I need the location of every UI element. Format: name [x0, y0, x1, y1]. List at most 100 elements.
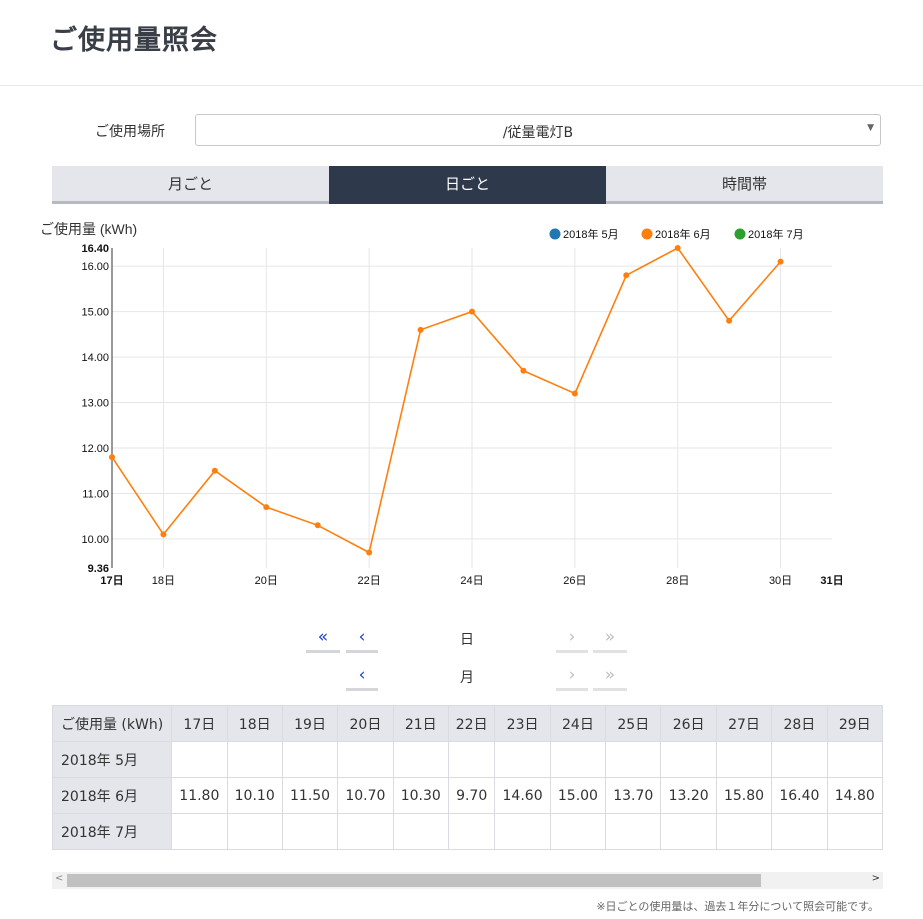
table-cell	[447, 741, 496, 778]
table-cell: 10.30	[392, 777, 449, 814]
month-next-button[interactable]: ›	[556, 664, 588, 691]
scrollbar-thumb[interactable]	[67, 874, 761, 887]
table-cell	[826, 813, 883, 850]
table-cell: 13.20	[660, 777, 717, 814]
location-select[interactable]: /従量電灯B ▼	[195, 114, 881, 146]
tab-monthly[interactable]: 月ごと	[52, 166, 329, 204]
table-column-header: 27日	[715, 705, 773, 742]
page-header: ご使用量照会	[0, 0, 923, 86]
usage-table: ご使用量 (kWh) 17日 18日 19日 20日 21日 22日 23日 24日 25日 26…	[52, 705, 883, 850]
table-cell	[549, 813, 607, 850]
day-pager-label: 日	[460, 632, 474, 648]
table-column-header: 20日	[337, 705, 394, 742]
series-line	[111, 246, 782, 554]
day-last-button[interactable]: »	[593, 626, 627, 653]
usage-chart-svg: ご使用量 (kWh) 9.36 10.00 11.00 12.00 13.00 14.00 1…	[40, 221, 844, 587]
table-cell: 14.80	[826, 777, 883, 814]
legend-label: 2018年 6月	[655, 227, 711, 241]
table-cell: 11.50	[281, 777, 339, 814]
table-column-header: 18日	[226, 705, 283, 742]
table-row-label: 2018年 5月	[52, 741, 173, 778]
legend-label: 2018年 7月	[748, 227, 804, 241]
day-next-button[interactable]: ›	[556, 626, 588, 653]
table-cell	[494, 741, 551, 778]
y-tick-label: 13.00	[81, 398, 109, 410]
tab-hourly[interactable]: 時間帯	[606, 166, 883, 204]
table-cell: 11.80	[171, 777, 228, 814]
table-horizontal-scrollbar[interactable]: < >	[52, 872, 883, 889]
table-cell	[605, 813, 662, 850]
y-tick-label: 10.00	[81, 534, 109, 546]
y-tick-label: 9.36	[88, 563, 109, 575]
table-cell	[171, 813, 228, 850]
data-point	[366, 549, 373, 556]
table-row-label: 2018年 7月	[52, 813, 173, 850]
table-cell	[281, 813, 339, 850]
month-pager-label: 月	[460, 670, 474, 686]
table-column-header: 24日	[549, 705, 607, 742]
y-tick-label: 16.40	[81, 243, 109, 255]
table-cell	[281, 741, 339, 778]
table-column-header: 26日	[660, 705, 717, 742]
table-cell	[605, 741, 662, 778]
x-tick-label: 30日	[769, 575, 792, 587]
x-tick-label: 18日	[152, 575, 175, 587]
table-cell: 13.70	[605, 777, 662, 814]
usage-table-container: ご使用量 (kWh) 17日 18日 19日 20日 21日 22日 23日 24日 25日 26…	[52, 705, 883, 851]
table-cell: 15.80	[715, 777, 773, 814]
table-cell	[660, 741, 717, 778]
table-cell: 16.40	[771, 777, 828, 814]
table-row: 2018年 5月	[52, 741, 883, 778]
scroll-left-icon[interactable]: <	[55, 873, 63, 884]
data-point	[571, 390, 578, 397]
table-cell	[715, 813, 773, 850]
table-column-header: 23日	[494, 705, 551, 742]
table-column-header: 17日	[171, 705, 228, 742]
tab-daily[interactable]: 日ごと	[329, 166, 606, 204]
month-last-button[interactable]: »	[593, 664, 627, 691]
month-prev-button[interactable]: ‹	[346, 664, 378, 691]
table-cell	[392, 813, 449, 850]
table-cell: 10.10	[226, 777, 283, 814]
location-label: ご使用場所	[95, 124, 165, 140]
table-column-header: 25日	[605, 705, 662, 742]
data-point	[314, 522, 321, 529]
table-column-header: 29日	[826, 705, 883, 742]
data-point	[623, 272, 630, 279]
table-cell	[337, 741, 394, 778]
legend-label: 2018年 5月	[563, 227, 619, 241]
y-tick-label: 16.00	[81, 261, 109, 273]
legend-marker	[549, 228, 561, 240]
data-point	[726, 317, 733, 324]
table-cell	[715, 741, 773, 778]
table-cell: 9.70	[447, 777, 496, 814]
table-cell	[392, 741, 449, 778]
day-prev-button[interactable]: ‹	[346, 626, 378, 653]
table-cell: 10.70	[337, 777, 394, 814]
data-point	[109, 454, 115, 461]
day-first-button[interactable]: «	[306, 626, 340, 653]
data-point	[674, 245, 681, 251]
data-point	[520, 367, 527, 374]
table-header-label: ご使用量 (kWh)	[52, 705, 173, 742]
table-column-header: 28日	[771, 705, 828, 742]
x-tick-label: 24日	[460, 575, 483, 587]
table-cell	[660, 813, 717, 850]
table-cell	[771, 741, 828, 778]
table-cell	[549, 741, 607, 778]
scroll-right-icon[interactable]: >	[872, 873, 880, 884]
footnote: ※日ごとの使用量は、過去１年分について照会可能です。	[596, 900, 879, 913]
data-point	[263, 504, 270, 511]
table-column-header: 21日	[392, 705, 449, 742]
table-cell	[447, 813, 496, 850]
table-row: 2018年 6月 11.80 10.10 11.50 10.70 10.30 9.70 14.…	[52, 777, 883, 814]
table-cell: 14.60	[494, 777, 551, 814]
x-tick-label: 17日	[100, 574, 123, 587]
data-point	[211, 467, 218, 474]
table-row-label: 2018年 6月	[52, 777, 173, 814]
table-cell	[337, 813, 394, 850]
chart-ylabel: ご使用量 (kWh)	[40, 221, 137, 237]
page-title: ご使用量照会	[50, 25, 218, 56]
y-tick-label: 15.00	[81, 307, 109, 319]
table-row: 2018年 7月	[52, 813, 883, 850]
